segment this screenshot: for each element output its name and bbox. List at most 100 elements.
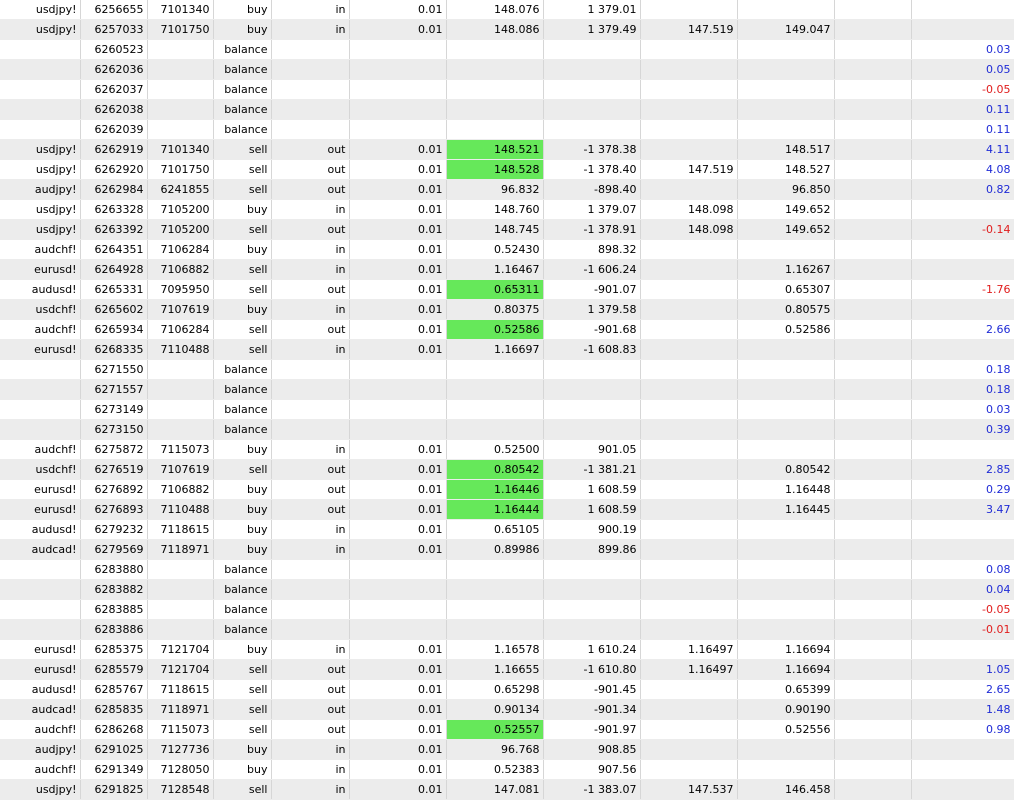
stop-loss-cell: 147.537 xyxy=(640,779,738,800)
amount-cell: -901.07 xyxy=(543,279,641,300)
profit-cell xyxy=(911,339,1014,360)
table-row[interactable]: audchf! 6265934 7106284 sell out 0.01 0.52586-… xyxy=(0,319,1014,340)
table-row[interactable]: audusd! 6265331 7095950 sell out 0.01 0.65311-… xyxy=(0,279,1014,300)
stop-loss-cell xyxy=(640,559,738,580)
price-cell xyxy=(446,359,544,380)
table-row[interactable]: audchf! 6275872 7115073 buy in 0.01 0.52500 901… xyxy=(0,439,1014,460)
table-row[interactable]: audchf! 6286268 7115073 sell out 0.01 0.52557-… xyxy=(0,719,1014,740)
volume-cell xyxy=(349,119,447,140)
order-cell xyxy=(147,39,214,60)
table-row[interactable]: audcad! 6279569 7118971 buy in 0.01 0.89986 899… xyxy=(0,539,1014,560)
table-row[interactable]: eurusd! 6268335 7110488 sell in 0.01 1.16697 -1… xyxy=(0,339,1014,360)
table-row[interactable]: usdjpy! 6262919 7101340 sell out 0.01 148.521-… xyxy=(0,139,1014,160)
table-row[interactable]: 6283880 balance 0.08 xyxy=(0,559,1014,580)
stop-loss-cell xyxy=(640,319,738,340)
profit-cell: 0.08 xyxy=(911,559,1014,580)
stop-loss-cell xyxy=(640,679,738,700)
table-row[interactable]: 6273150 balance 0.39 xyxy=(0,419,1014,440)
take-profit-cell xyxy=(737,59,835,80)
table-row[interactable]: 6260523 balance 0.03 xyxy=(0,39,1014,60)
direction-cell xyxy=(271,79,350,100)
take-profit-cell xyxy=(737,119,835,140)
type-cell: sell xyxy=(213,719,272,740)
table-row[interactable]: eurusd! 6264928 7106882 sell in 0.01 1.16467 -1… xyxy=(0,259,1014,280)
stop-loss-cell xyxy=(640,759,738,780)
stop-loss-cell xyxy=(640,399,738,420)
deal-cell: 6283880 xyxy=(80,559,148,580)
take-profit-cell: 0.80575 xyxy=(737,299,835,320)
stop-loss-cell xyxy=(640,419,738,440)
symbol-cell: audcad! xyxy=(0,699,81,720)
table-row[interactable]: usdchf! 6276519 7107619 sell out 0.01 0.80542-… xyxy=(0,459,1014,480)
deals-table: usdjpy! 6256655 7101340 buy in 0.01 148.076 1 3… xyxy=(0,0,1014,800)
price-cell: 148.528 xyxy=(446,159,544,180)
price-cell: 148.076 xyxy=(446,0,544,20)
table-row[interactable]: 6262037 balance -0.05 xyxy=(0,79,1014,100)
take-profit-cell xyxy=(737,399,835,420)
amount-cell xyxy=(543,99,641,120)
table-row[interactable]: eurusd! 6276893 7110488 buy out 0.01 1.16444 1 … xyxy=(0,499,1014,520)
table-row[interactable]: audjpy! 6291025 7127736 buy in 0.01 96.768 908.… xyxy=(0,739,1014,760)
order-cell: 7128050 xyxy=(147,759,214,780)
table-row[interactable]: eurusd! 6285579 7121704 sell out 0.01 1.16655-… xyxy=(0,659,1014,680)
table-row[interactable]: 6271557 balance 0.18 xyxy=(0,379,1014,400)
table-row[interactable]: audchf! 6264351 7106284 buy in 0.01 0.52430 898… xyxy=(0,239,1014,260)
stop-loss-cell xyxy=(640,739,738,760)
table-row[interactable]: audcad! 6285835 7118971 sell out 0.01 0.90134-… xyxy=(0,699,1014,720)
table-row[interactable]: 6273149 balance 0.03 xyxy=(0,399,1014,420)
deal-cell: 6265934 xyxy=(80,319,148,340)
volume-cell: 0.01 xyxy=(349,439,447,460)
profit-cell: 0.04 xyxy=(911,579,1014,600)
amount-cell: 898.32 xyxy=(543,239,641,260)
table-row[interactable]: 6271550 balance 0.18 xyxy=(0,359,1014,380)
table-row[interactable]: 6262038 balance 0.11 xyxy=(0,99,1014,120)
amount-cell: 1 379.49 xyxy=(543,19,641,40)
table-row[interactable]: usdjpy! 6263392 7105200 sell out 0.01 148.745-… xyxy=(0,219,1014,240)
table-row[interactable]: usdjpy! 6257033 7101750 buy in 0.01 148.086 1 3… xyxy=(0,19,1014,40)
type-cell: buy xyxy=(213,499,272,520)
table-row[interactable]: audusd! 6279232 7118615 buy in 0.01 0.65105 900… xyxy=(0,519,1014,540)
table-row[interactable]: usdjpy! 6256655 7101340 buy in 0.01 148.076 1 3… xyxy=(0,0,1014,20)
table-row[interactable]: 6283886 balance -0.01 xyxy=(0,619,1014,640)
table-row[interactable]: eurusd! 6285375 7121704 buy in 0.01 1.16578 1 6… xyxy=(0,639,1014,660)
table-row[interactable]: audchf! 6291349 7128050 buy in 0.01 0.52383 907… xyxy=(0,759,1014,780)
table-row[interactable]: usdchf! 6265602 7107619 buy in 0.01 0.80375 1 3… xyxy=(0,299,1014,320)
table-row[interactable]: 6262036 balance 0.05 xyxy=(0,59,1014,80)
symbol-cell xyxy=(0,99,81,120)
table-row[interactable]: 6262039 balance 0.11 xyxy=(0,119,1014,140)
profit-cell: 4.11 xyxy=(911,139,1014,160)
table-row[interactable]: usdjpy! 6263328 7105200 buy in 0.01 148.760 1 3… xyxy=(0,199,1014,220)
take-profit-cell: 149.652 xyxy=(737,219,835,240)
deal-cell: 6262920 xyxy=(80,159,148,180)
price-cell: 0.89986 xyxy=(446,539,544,560)
table-row[interactable]: audjpy! 6262984 6241855 sell out 0.01 96.832 -8… xyxy=(0,179,1014,200)
table-row[interactable]: 6283885 balance -0.05 xyxy=(0,599,1014,620)
direction-cell: in xyxy=(271,779,350,800)
deal-cell: 6276893 xyxy=(80,499,148,520)
table-row[interactable]: eurusd! 6276892 7106882 buy out 0.01 1.16446 1 … xyxy=(0,479,1014,500)
deal-cell: 6257033 xyxy=(80,19,148,40)
amount-cell xyxy=(543,39,641,60)
stop-loss-cell xyxy=(640,119,738,140)
direction-cell: in xyxy=(271,439,350,460)
price-cell xyxy=(446,579,544,600)
symbol-cell: audchf! xyxy=(0,439,81,460)
direction-cell: out xyxy=(271,499,350,520)
blank-cell xyxy=(834,259,912,280)
table-row[interactable]: 6283882 balance 0.04 xyxy=(0,579,1014,600)
amount-cell: -901.97 xyxy=(543,719,641,740)
take-profit-cell: 1.16448 xyxy=(737,479,835,500)
table-row[interactable]: audusd! 6285767 7118615 sell out 0.01 0.65298-… xyxy=(0,679,1014,700)
symbol-cell: audusd! xyxy=(0,679,81,700)
table-row[interactable]: usdjpy! 6291825 7128548 sell in 0.01 147.081 -1… xyxy=(0,779,1014,800)
take-profit-cell: 1.16694 xyxy=(737,659,835,680)
blank-cell xyxy=(834,0,912,20)
table-row[interactable]: usdjpy! 6262920 7101750 sell out 0.01 148.528-… xyxy=(0,159,1014,180)
order-cell: 7105200 xyxy=(147,199,214,220)
symbol-cell xyxy=(0,579,81,600)
blank-cell xyxy=(834,599,912,620)
stop-loss-cell: 148.098 xyxy=(640,219,738,240)
deal-cell: 6271550 xyxy=(80,359,148,380)
stop-loss-cell xyxy=(640,259,738,280)
stop-loss-cell xyxy=(640,719,738,740)
